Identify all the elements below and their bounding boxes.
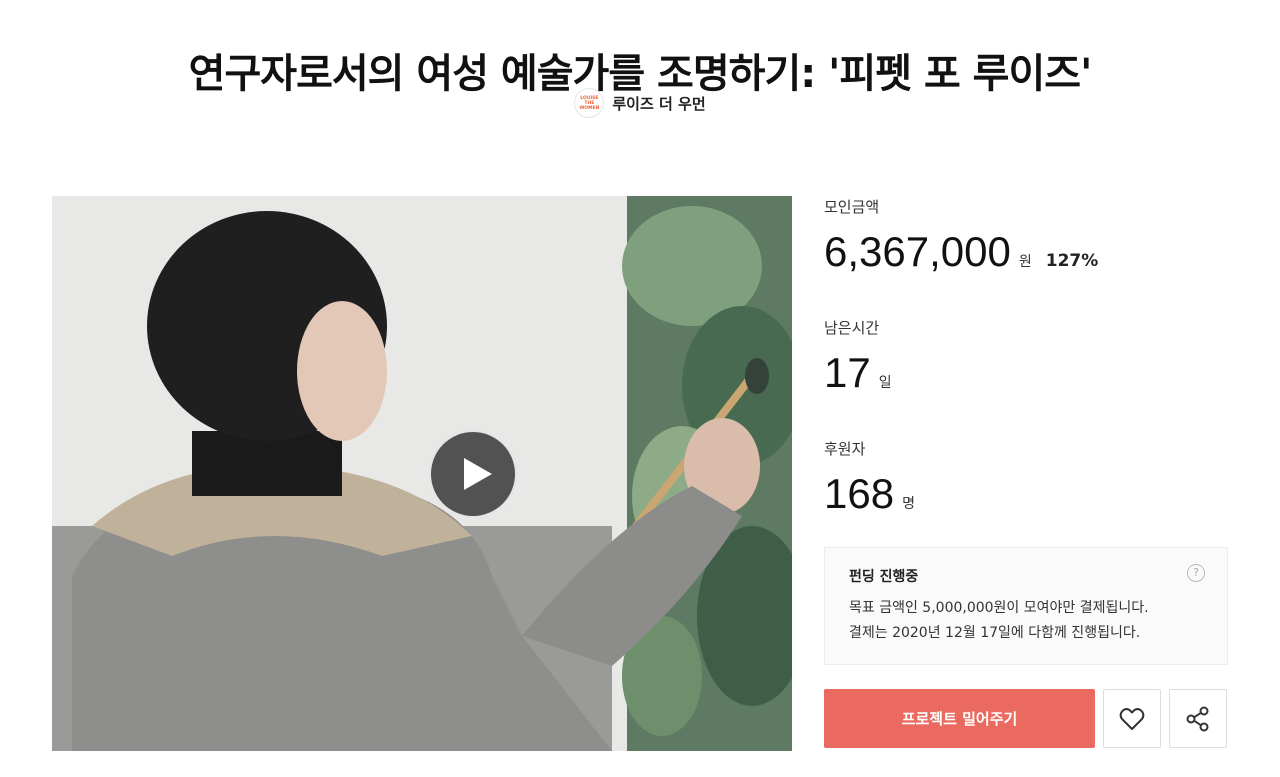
heart-icon	[1119, 707, 1145, 730]
time-left-label: 남은시간	[824, 319, 880, 337]
notice-line-payment: 결제는 2020년 12월 17일에 다함께 진행됩니다.	[849, 625, 1141, 641]
creator-name[interactable]: 루이즈 더 우먼	[612, 93, 705, 114]
like-button[interactable]	[1103, 689, 1161, 748]
time-left-value: 17	[824, 349, 871, 396]
share-icon	[1186, 706, 1209, 731]
creator-info[interactable]: LOUISE THE WOMEN 루이즈 더 우먼	[0, 88, 1280, 118]
creator-logo-line: WOMEN	[579, 105, 600, 111]
raised-label: 모인금액	[824, 198, 880, 216]
notice-title: 펀딩 진행중	[849, 569, 919, 585]
notice-line-goal: 목표 금액인 5,000,000원이 모여야만 결제됩니다.	[849, 600, 1149, 616]
time-left-unit: 일	[878, 375, 892, 391]
raised-unit: 원	[1018, 254, 1032, 270]
backers-block: 후원자 168 명	[824, 438, 1228, 517]
video-thumbnail	[52, 196, 792, 751]
back-project-button[interactable]: 프로젝트 밀어주기	[824, 689, 1095, 748]
backers-unit: 명	[902, 496, 915, 512]
video-player[interactable]	[52, 196, 792, 751]
raised-value: 6,367,000	[824, 228, 1011, 275]
backers-value: 168	[824, 470, 895, 517]
raised-amount-block: 모인금액 6,367,000 원 127%	[824, 196, 1228, 275]
play-button[interactable]	[429, 430, 517, 518]
help-icon[interactable]: ?	[1187, 564, 1205, 582]
play-icon	[464, 458, 492, 490]
funding-notice: 펀딩 진행중 목표 금액인 5,000,000원이 모여야만 결제됩니다. 결제…	[824, 547, 1228, 665]
funding-stats: 모인금액 6,367,000 원 127% 남은시간 17 일 후원자 168 …	[824, 196, 1228, 559]
share-button[interactable]	[1169, 689, 1227, 748]
time-left-block: 남은시간 17 일	[824, 317, 1228, 396]
backers-label: 후원자	[824, 440, 866, 458]
creator-logo: LOUISE THE WOMEN	[574, 88, 605, 118]
action-bar: 프로젝트 밀어주기	[824, 689, 1227, 748]
raised-percent: 127%	[1045, 251, 1099, 271]
